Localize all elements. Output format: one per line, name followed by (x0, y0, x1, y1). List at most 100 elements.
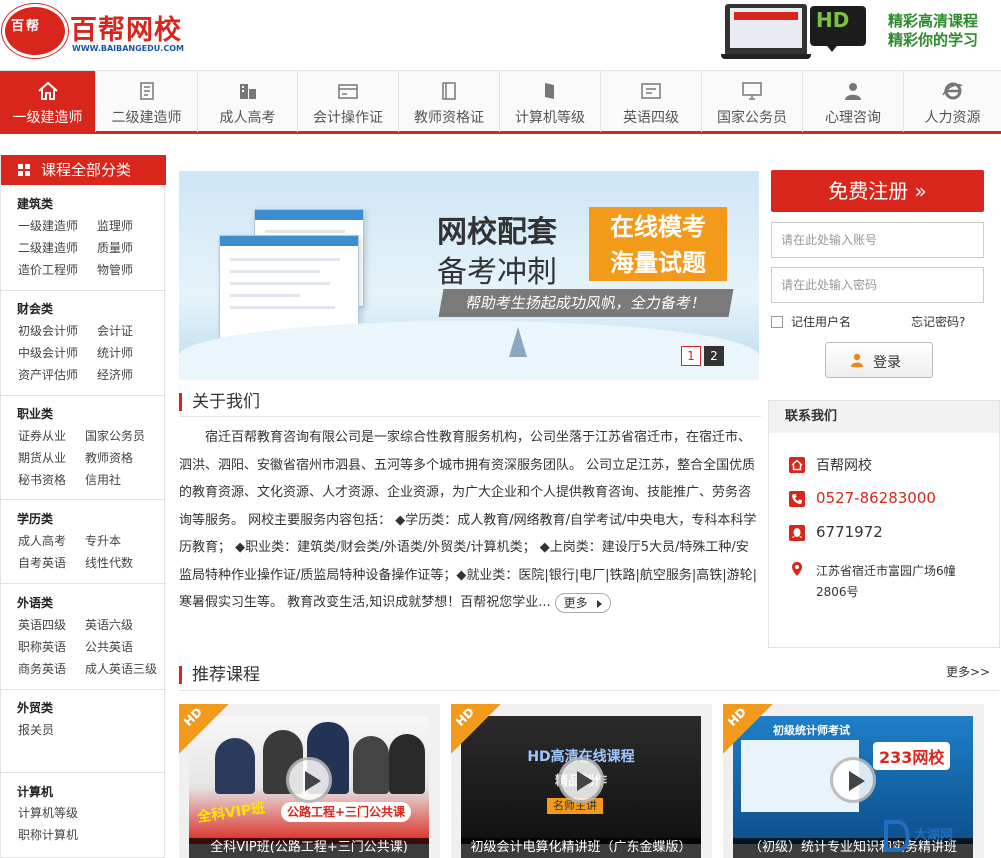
slogan-line-1: 精彩高清课程 (888, 12, 979, 30)
location-pin-icon (792, 562, 802, 576)
nav-item-6[interactable]: 英语四级 (601, 71, 702, 132)
sidebar-link[interactable]: 英语六级 (85, 616, 133, 633)
ie-icon (941, 82, 963, 100)
about-more-button[interactable]: 更多 (554, 592, 611, 613)
about-title: 关于我们 (179, 393, 260, 411)
site-header: 百帮 百帮网校 WWW.BAIBANGEDU.COM HD 精彩高清课程 精彩你… (0, 0, 1001, 70)
user-icon (851, 353, 863, 367)
nav-item-7[interactable]: 国家公务员 (702, 71, 803, 132)
sidebar-group-title: 外语类 (17, 596, 54, 610)
sidebar-link[interactable]: 证券从业 (18, 427, 66, 444)
about-text: 宿迁百帮教育咨询有限公司是一家综合性教育服务机构，公司坐落于江苏省宿迁市，在宿迁… (179, 424, 761, 617)
sidebar-group-degree: 学历类 成人高考 专升本 自考英语 线性代数 (1, 508, 166, 584)
chat-icon (641, 83, 661, 99)
sidebar-link[interactable]: 二级建造师 (18, 239, 78, 256)
sidebar-link[interactable]: 资产评估师 (18, 366, 78, 383)
nav-item-4[interactable]: 教师资格证 (399, 71, 500, 132)
nav-item-5[interactable]: 计算机等级 (500, 71, 601, 132)
sidebar-link[interactable]: 物管师 (97, 261, 133, 278)
banner-title-2: 备考冲刺 (437, 255, 557, 290)
hd-corner-badge: HD (451, 704, 501, 754)
sidebar-group-construction: 建筑类 一级建造师 监理师 二级建造师 质量师 造价工程师 物管师 (1, 193, 166, 291)
promo-banner[interactable]: 网校配套 备考冲刺 在线模考 海量试题 帮助考生扬起成功风帆，全力备考！ 1 2 (179, 171, 759, 380)
sidebar-group-title: 职业类 (17, 407, 54, 421)
sidebar-group-career: 职业类 证券从业 国家公务员 期货从业 教师资格 秘书资格 信用社 (1, 403, 166, 500)
sidebar-link[interactable]: 国家公务员 (85, 427, 145, 444)
sidebar-link[interactable]: 质量师 (97, 239, 133, 256)
main-nav: 一级建造师 二级建造师 成人高考 会计操作证 教师资格证 计算机等级 英语四级 … (0, 70, 1001, 134)
courses-title: 推荐课程 (179, 666, 260, 684)
nav-item-8[interactable]: 心理咨询 (803, 71, 904, 132)
banner-subtitle: 帮助考生扬起成功风帆，全力备考！ (438, 289, 734, 317)
thumbnail-title: 初级统计师考试 (773, 724, 850, 737)
laptop-illustration (721, 4, 811, 59)
sidebar-link[interactable]: 报关员 (18, 721, 54, 738)
banner-page-2[interactable]: 2 (704, 346, 724, 366)
document-icon (139, 82, 154, 100)
sidebar-header: 课程全部分类 (1, 155, 166, 185)
monitor-icon (742, 82, 762, 100)
arrow-right-icon (596, 599, 602, 608)
password-input[interactable] (771, 267, 984, 303)
sidebar-link[interactable]: 成人高考 (18, 532, 66, 549)
divider (179, 416, 761, 417)
sidebar-link[interactable]: 教师资格 (85, 449, 133, 466)
qq-icon (789, 525, 805, 541)
home-icon (37, 81, 58, 100)
course-card[interactable]: 全科VIP班 公路工程+三门公共课 HD 全科VIP班(公路工程+三门公共课) (179, 704, 440, 858)
sidebar-group-computer: 计算机 计算机等级 职称计算机 (1, 772, 166, 858)
play-icon[interactable] (558, 757, 604, 803)
sidebar-link[interactable]: 职称英语 (18, 638, 66, 655)
login-button[interactable]: 登录 (825, 342, 933, 378)
banner-title-1: 网校配套 (437, 215, 557, 250)
sidebar-link[interactable]: 监理师 (97, 217, 133, 234)
forgot-password-link[interactable]: 忘记密码? (911, 313, 965, 330)
divider (179, 690, 999, 691)
sidebar-link[interactable]: 职称计算机 (18, 826, 78, 843)
hd-badge: HD (810, 6, 866, 52)
sidebar-link[interactable]: 初级会计师 (18, 322, 78, 339)
register-button[interactable]: 免费注册 » (771, 170, 984, 212)
site-logo[interactable]: 百帮 百帮网校 WWW.BAIBANGEDU.COM (2, 4, 184, 60)
sidebar-group-title: 建筑类 (17, 197, 54, 211)
sidebar-link[interactable]: 成人英语三级 (85, 660, 157, 677)
home-icon (789, 457, 805, 473)
course-card[interactable]: HD高清在线课程 精品制作 名师主讲 HD 初级会计电算化精讲班（广东金蝶版） (451, 704, 712, 858)
sidebar-link[interactable]: 自考英语 (18, 554, 66, 571)
play-icon[interactable] (830, 757, 876, 803)
account-input[interactable] (771, 222, 984, 258)
course-caption: 全科VIP班(公路工程+三门公共课) (189, 838, 429, 858)
sidebar-link[interactable]: 计算机等级 (18, 804, 78, 821)
phone-icon (789, 491, 805, 507)
sidebar-link[interactable]: 造价工程师 (18, 261, 78, 278)
sidebar-link[interactable]: 专升本 (85, 532, 121, 549)
sidebar-link[interactable]: 会计证 (97, 322, 133, 339)
sidebar-link[interactable]: 统计师 (97, 344, 133, 361)
nav-item-3[interactable]: 会计操作证 (298, 71, 399, 132)
nav-item-1[interactable]: 二级建造师 (96, 71, 198, 132)
nav-item-2[interactable]: 成人高考 (198, 71, 298, 132)
sidebar-link[interactable]: 信用社 (85, 471, 121, 488)
sidebar-link[interactable]: 英语四级 (18, 616, 66, 633)
play-icon[interactable] (286, 757, 332, 803)
sidebar-group-trade: 外贸类 报关员 (1, 697, 166, 772)
sidebar-group-title: 外贸类 (17, 701, 54, 715)
banner-page-1[interactable]: 1 (681, 346, 701, 366)
sidebar-link[interactable]: 期货从业 (18, 449, 66, 466)
sidebar-link[interactable]: 商务英语 (18, 660, 66, 677)
nav-item-0[interactable]: 一级建造师 (0, 71, 96, 132)
sidebar-link[interactable]: 公共英语 (85, 638, 133, 655)
sidebar-link[interactable]: 秘书资格 (18, 471, 66, 488)
sidebar-link[interactable]: 一级建造师 (18, 217, 78, 234)
course-caption: 初级会计电算化精讲班（广东金蝶版） (461, 838, 701, 858)
courses-more-link[interactable]: 更多>> (946, 663, 990, 680)
remember-checkbox[interactable] (771, 316, 783, 328)
person-icon (845, 83, 861, 100)
sidebar-link[interactable]: 线性代数 (85, 554, 133, 571)
contact-title: 联系我们 (769, 401, 999, 433)
book-icon (442, 82, 456, 100)
nav-item-9[interactable]: 人力资源 (904, 71, 1001, 132)
logo-url: WWW.BAIBANGEDU.COM (72, 44, 184, 53)
sidebar-link[interactable]: 中级会计师 (18, 344, 78, 361)
sidebar-link[interactable]: 经济师 (97, 366, 133, 383)
